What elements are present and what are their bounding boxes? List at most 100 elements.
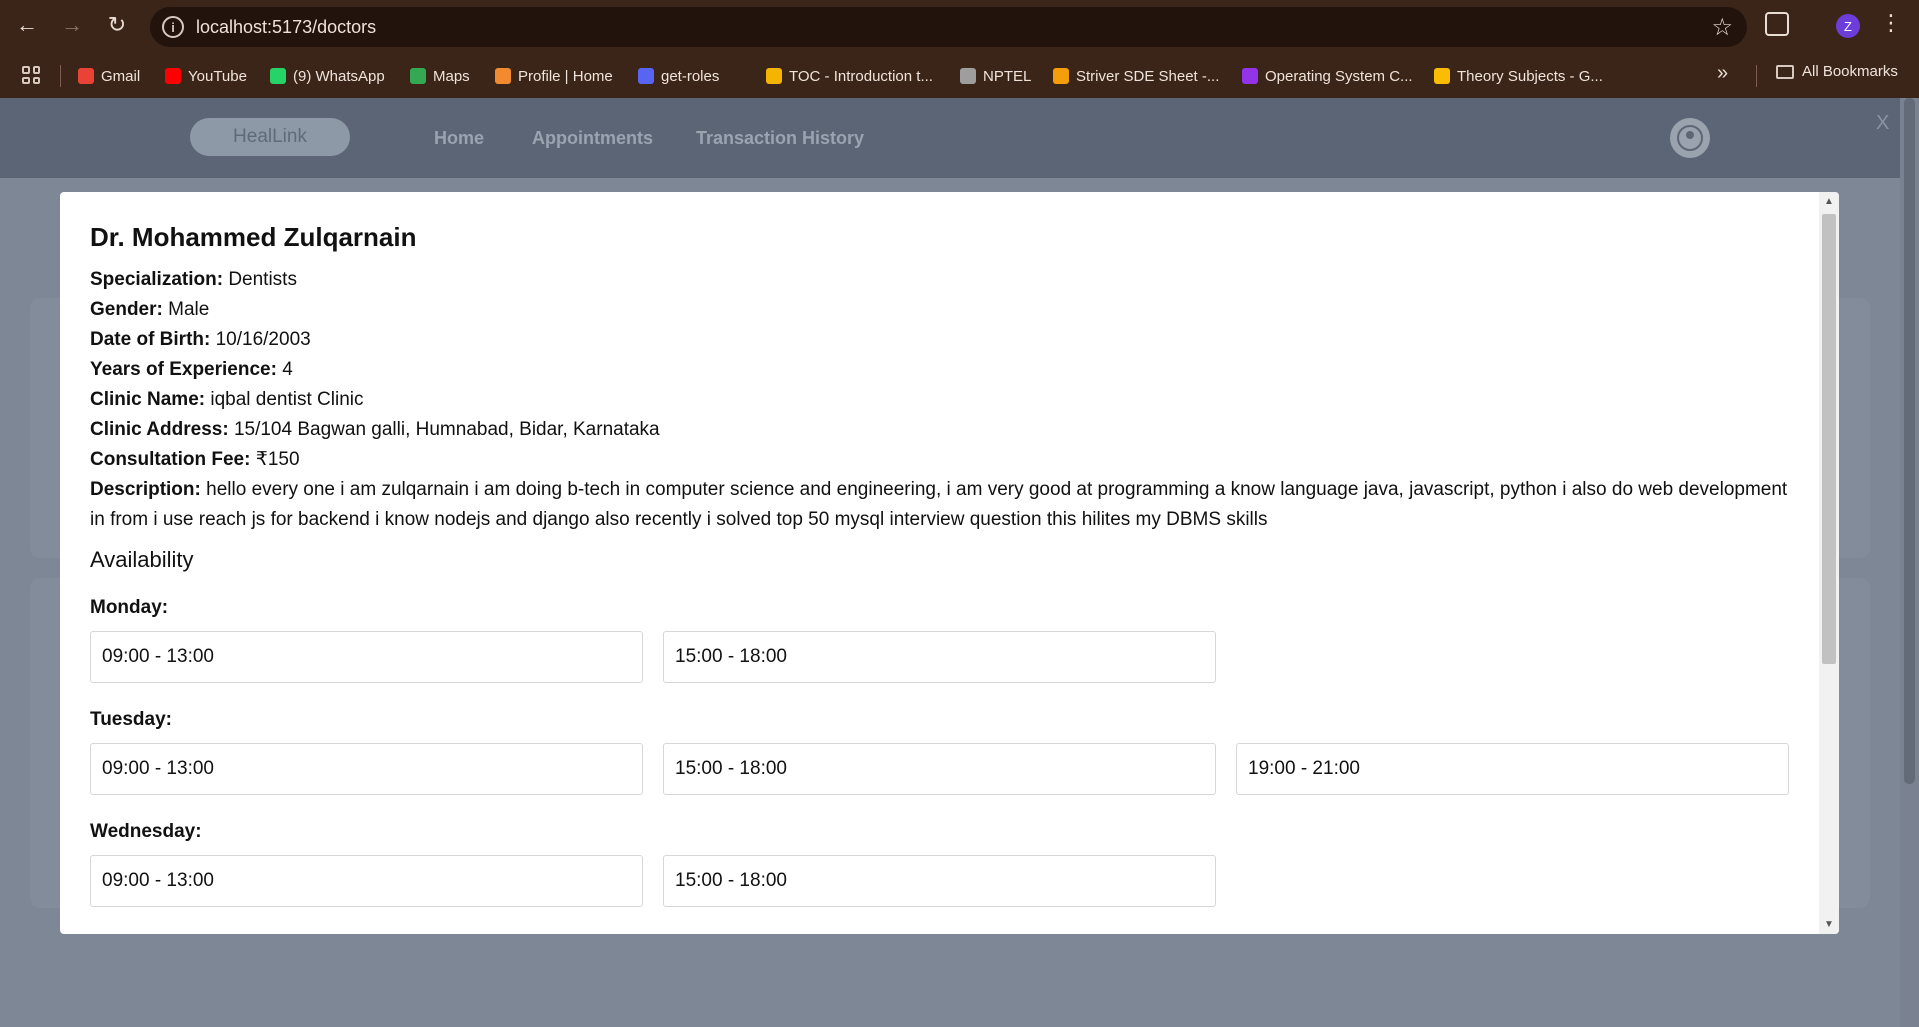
- bookmarks-divider: [1756, 65, 1757, 87]
- info-label: Clinic Name:: [90, 389, 206, 410]
- info-row: Gender: Male: [90, 295, 1796, 325]
- user-avatar-icon[interactable]: [1670, 118, 1710, 158]
- apps-grid-icon[interactable]: [22, 66, 40, 84]
- bookmark-label: Striver SDE Sheet -...: [1076, 67, 1220, 85]
- bookmark-item[interactable]: Gmail: [78, 63, 140, 89]
- bookmarks-divider: [60, 65, 61, 87]
- info-row: Clinic Address: 15/104 Bagwan galli, Hum…: [90, 415, 1796, 445]
- day-label: Wednesday:: [90, 821, 202, 842]
- time-slot[interactable]: 09:00 - 13:00: [90, 855, 643, 907]
- bookmark-item[interactable]: TOC - Introduction t...: [766, 63, 933, 89]
- bookmark-label: Operating System C...: [1265, 67, 1413, 85]
- bookmark-star-icon[interactable]: ☆: [1711, 13, 1733, 42]
- bookmark-favicon-icon: [495, 68, 511, 84]
- info-label: Gender:: [90, 299, 163, 320]
- doctor-info: Specialization: Dentists Gender: Male Date…: [90, 265, 1796, 535]
- availability-title: Availability: [90, 547, 194, 572]
- app-logo[interactable]: HealLink: [190, 118, 350, 156]
- time-slot[interactable]: 09:00 - 13:00: [90, 631, 643, 683]
- bookmark-item[interactable]: get-roles: [638, 63, 719, 89]
- info-value: ₹150: [255, 449, 300, 470]
- info-value: iqbal dentist Clinic: [210, 389, 364, 410]
- scroll-down-icon[interactable]: ▼: [1824, 919, 1834, 930]
- time-slot[interactable]: 15:00 - 18:00: [663, 743, 1216, 795]
- bookmark-item[interactable]: Operating System C...: [1242, 63, 1413, 89]
- bookmark-favicon-icon: [1242, 68, 1258, 84]
- all-bookmarks-button[interactable]: All Bookmarks: [1776, 63, 1898, 80]
- bookmarks-bar: Gmail YouTube (9) WhatsApp Maps Profile | Ho…: [0, 52, 1919, 98]
- info-row: Description: hello every one i am zulqar…: [90, 475, 1796, 535]
- time-slot[interactable]: 19:00 - 21:00: [1236, 743, 1789, 795]
- bookmark-item[interactable]: (9) WhatsApp: [270, 63, 385, 89]
- bookmark-label: YouTube: [188, 67, 247, 85]
- time-slot[interactable]: 15:00 - 18:00: [663, 631, 1216, 683]
- info-value: Dentists: [228, 269, 297, 290]
- profile-avatar[interactable]: Z: [1836, 14, 1860, 38]
- bookmark-item[interactable]: YouTube: [165, 63, 247, 89]
- more-bookmarks-icon[interactable]: »: [1717, 62, 1728, 85]
- bookmark-label: NPTEL: [983, 67, 1032, 85]
- bookmark-item[interactable]: Profile | Home: [495, 63, 613, 89]
- close-modal-button[interactable]: X: [1876, 112, 1889, 135]
- day-label: Monday:: [90, 597, 169, 618]
- all-bookmarks-label: All Bookmarks: [1802, 63, 1898, 80]
- folder-icon: [1776, 64, 1794, 79]
- bookmark-favicon-icon: [638, 68, 654, 84]
- bookmark-item[interactable]: Maps: [410, 63, 470, 89]
- info-value: 10/16/2003: [215, 329, 311, 350]
- doctor-details-modal: Dr. Mohammed Zulqarnain Specialization: …: [60, 192, 1839, 934]
- availability-schedule: Monday: 09:00 - 13:00 15:00 - 18:00 Tuesday…: [90, 597, 1796, 907]
- modal-scrollbar[interactable]: ▲ ▼: [1819, 192, 1839, 934]
- browser-toolbar: ← → ↻ i localhost:5173/doctors ☆ Z ⋮: [0, 0, 1919, 52]
- info-row: Date of Birth: 10/16/2003: [90, 325, 1796, 355]
- site-info-icon[interactable]: i: [162, 16, 184, 38]
- bookmark-favicon-icon: [766, 68, 782, 84]
- back-icon[interactable]: ←: [12, 10, 42, 40]
- address-url[interactable]: localhost:5173/doctors: [196, 17, 376, 38]
- scroll-up-icon[interactable]: ▲: [1824, 196, 1834, 207]
- nav-transaction-history[interactable]: Transaction History: [696, 128, 864, 149]
- info-value: hello every one i am zulqarnain i am doi…: [90, 479, 1788, 530]
- extensions-icon[interactable]: [1765, 12, 1789, 36]
- address-bar[interactable]: i localhost:5173/doctors ☆: [150, 7, 1747, 47]
- bookmark-favicon-icon: [1053, 68, 1069, 84]
- page-scrollbar[interactable]: [1900, 98, 1919, 1027]
- bookmark-favicon-icon: [410, 68, 426, 84]
- time-slot[interactable]: 15:00 - 18:00: [663, 855, 1216, 907]
- scroll-thumb[interactable]: [1822, 214, 1836, 664]
- nav-home[interactable]: Home: [434, 128, 484, 149]
- info-row: Clinic Name: iqbal dentist Clinic: [90, 385, 1796, 415]
- slot-row: 09:00 - 13:00 15:00 - 18:00: [90, 631, 1796, 683]
- info-value: 4: [282, 359, 293, 380]
- bookmark-label: get-roles: [661, 67, 720, 85]
- info-row: Specialization: Dentists: [90, 265, 1796, 295]
- reload-icon[interactable]: ↻: [102, 10, 132, 40]
- info-label: Years of Experience:: [90, 359, 277, 380]
- bookmark-label: (9) WhatsApp: [293, 67, 385, 85]
- info-row: Consultation Fee: ₹150: [90, 445, 1796, 475]
- bookmark-item[interactable]: NPTEL: [960, 63, 1031, 89]
- bookmark-favicon-icon: [165, 68, 181, 84]
- info-value: Male: [168, 299, 210, 320]
- bookmark-item[interactable]: Striver SDE Sheet -...: [1053, 63, 1219, 89]
- bookmark-item[interactable]: Theory Subjects - G...: [1434, 63, 1603, 89]
- info-label: Date of Birth:: [90, 329, 211, 350]
- browser-menu-icon[interactable]: ⋮: [1880, 10, 1902, 36]
- bookmark-favicon-icon: [270, 68, 286, 84]
- info-label: Consultation Fee:: [90, 449, 251, 470]
- info-label: Description:: [90, 479, 201, 500]
- day-label: Tuesday:: [90, 709, 173, 730]
- info-label: Clinic Address:: [90, 419, 229, 440]
- info-row: Years of Experience: 4: [90, 355, 1796, 385]
- time-slot[interactable]: 09:00 - 13:00: [90, 743, 643, 795]
- bookmark-label: Theory Subjects - G...: [1457, 67, 1603, 85]
- bookmark-label: Profile | Home: [518, 67, 613, 85]
- info-value: 15/104 Bagwan galli, Humnabad, Bidar, Ka…: [233, 419, 660, 440]
- bookmark-favicon-icon: [1434, 68, 1450, 84]
- slot-row: 09:00 - 13:00 15:00 - 18:00 19:00 - 21:00: [90, 743, 1796, 795]
- bookmark-label: Maps: [433, 67, 470, 85]
- info-label: Specialization:: [90, 269, 224, 290]
- nav-appointments[interactable]: Appointments: [532, 128, 653, 149]
- doctor-name: Dr. Mohammed Zulqarnain: [90, 222, 417, 252]
- forward-icon[interactable]: →: [57, 10, 87, 40]
